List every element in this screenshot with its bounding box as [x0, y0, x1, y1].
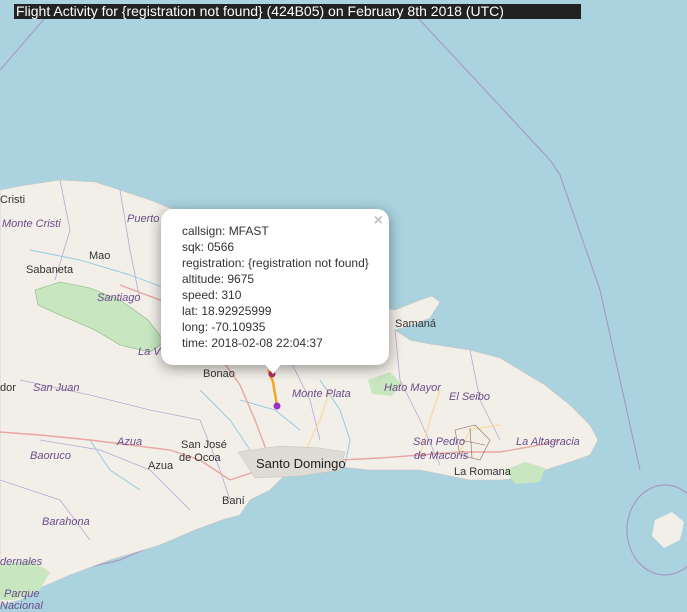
flight-info-popup: × callsign: MFAST sqk: 0566 registration… — [161, 209, 389, 365]
place-label: de Ocoa — [179, 452, 221, 464]
page-title: Flight Activity for {registration not fo… — [14, 4, 581, 19]
popup-content: callsign: MFAST sqk: 0566 registration: … — [182, 223, 369, 351]
place-label: La Romana — [454, 466, 511, 478]
close-icon[interactable]: × — [374, 212, 383, 230]
place-label: Nacional — [0, 600, 43, 612]
place-label: Azua — [148, 460, 174, 472]
place-label: Cristi — [0, 194, 26, 206]
place-label: Baní — [222, 495, 245, 507]
place-label: Samaná — [395, 318, 436, 330]
place-label: Mao — [89, 250, 111, 262]
popup-tip — [263, 362, 283, 374]
place-label: Santiago — [97, 292, 141, 304]
popup-line-time: time: 2018-02-08 22:04:37 — [182, 336, 323, 350]
place-label: San Juan — [33, 382, 80, 394]
place-label: Sabaneta — [26, 264, 74, 276]
place-label: dor — [0, 382, 16, 394]
place-label: Bonao — [203, 368, 235, 380]
place-label: San José — [181, 439, 227, 451]
popup-line-registration: registration: {registration not found} — [182, 256, 369, 270]
popup-line-lat: lat: 18.92925999 — [182, 304, 272, 318]
place-label: de Macorís — [414, 450, 469, 462]
place-label: Monte Cristi — [2, 218, 61, 230]
track-marker-end[interactable] — [273, 402, 281, 410]
place-label: El Seibo — [449, 391, 490, 403]
place-label: Puerto — [127, 213, 160, 225]
popup-line-callsign: callsign: MFAST — [182, 224, 269, 238]
popup-line-long: long: -70.10935 — [182, 320, 266, 334]
place-label: Baoruco — [30, 450, 71, 462]
popup-line-speed: speed: 310 — [182, 288, 242, 302]
place-label: La V — [138, 346, 161, 358]
place-label: dernales — [0, 556, 43, 568]
place-label: Barahona — [42, 516, 90, 528]
popup-line-sqk: sqk: 0566 — [182, 240, 235, 254]
place-label: Monte Plata — [292, 388, 351, 400]
popup-line-altitude: altitude: 9675 — [182, 272, 255, 286]
place-label: San Pedro — [413, 436, 465, 448]
place-label: Parque — [4, 588, 40, 600]
place-label: Hato Mayor — [384, 382, 441, 394]
place-label: La Altagracia — [516, 436, 580, 448]
place-label: Santo Domingo — [256, 456, 346, 471]
place-label: Azua — [117, 436, 143, 448]
